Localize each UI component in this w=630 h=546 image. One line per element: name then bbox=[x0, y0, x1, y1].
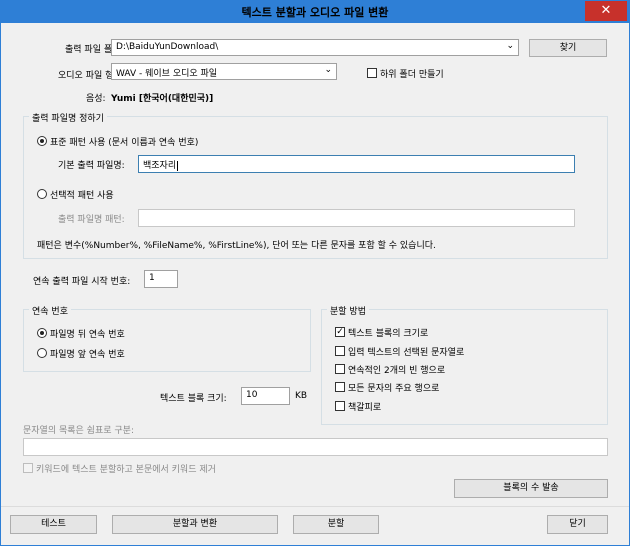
output-folder-value: D:\BaiduYunDownload\ bbox=[116, 42, 219, 52]
test-button[interactable]: 테스트 bbox=[10, 515, 97, 534]
naming-group-title: 출력 파일명 정하기 bbox=[29, 111, 107, 124]
split-by-blank-lines-checkbox[interactable] bbox=[335, 364, 345, 374]
close-button[interactable]: 닫기 bbox=[547, 515, 608, 534]
text-caret bbox=[177, 160, 179, 171]
pattern-hint: 패턴은 변수(%Number%, %FileName%, %FirstLine%… bbox=[37, 241, 436, 251]
split-by-block-checkbox[interactable]: ✓ bbox=[335, 327, 345, 337]
block-size-label: 텍스트 블록 크기: bbox=[160, 394, 227, 404]
output-folder-combo[interactable]: D:\BaiduYunDownload\ ⌄ bbox=[111, 39, 519, 56]
sequence-before-label: 파일명 앞 연속 번호 bbox=[50, 350, 125, 360]
footer-divider bbox=[1, 506, 629, 507]
close-window-button[interactable]: ✕ bbox=[585, 1, 627, 21]
start-number-input[interactable]: 1 bbox=[144, 270, 178, 288]
split-by-string-checkbox[interactable] bbox=[335, 346, 345, 356]
subfolder-checkbox[interactable] bbox=[367, 68, 377, 78]
standard-pattern-label: 표준 패턴 사용 (문서 이름과 연속 번호) bbox=[50, 138, 199, 148]
sequence-after-label: 파일명 뒤 연속 번호 bbox=[50, 330, 125, 340]
base-name-value: 백조자리 bbox=[143, 161, 177, 171]
keyword-label: 키워드에 텍스트 분할하고 본문에서 키워드 제거 bbox=[36, 465, 216, 475]
window-title: 텍스트 분할과 오디오 파일 변환 bbox=[241, 6, 389, 19]
split-method-title: 분할 방법 bbox=[327, 304, 369, 317]
audio-format-combo[interactable]: WAV - 웨이브 오디오 파일 ⌄ bbox=[111, 63, 337, 80]
string-list-input[interactable] bbox=[23, 438, 608, 456]
voice-value: Yumi [한국어(대한민국)] bbox=[111, 94, 214, 104]
split-by-string-label: 입력 텍스트의 선택된 문자열로 bbox=[348, 348, 465, 358]
block-size-unit: KB bbox=[295, 391, 308, 401]
start-number-label: 연속 출력 파일 시작 번호: bbox=[33, 277, 131, 287]
sequence-group bbox=[23, 309, 311, 372]
standard-pattern-radio[interactable] bbox=[37, 136, 47, 146]
sequence-group-title: 연속 번호 bbox=[29, 304, 71, 317]
audio-format-value: WAV - 웨이브 오디오 파일 bbox=[116, 69, 218, 79]
split-by-bookmark-checkbox[interactable] bbox=[335, 401, 345, 411]
keyword-checkbox[interactable] bbox=[23, 463, 33, 473]
base-name-input[interactable]: 백조자리 bbox=[138, 155, 575, 173]
browse-button[interactable]: 찾기 bbox=[529, 39, 607, 57]
sequence-before-radio[interactable] bbox=[37, 348, 47, 358]
split-convert-button[interactable]: 분할과 변환 bbox=[112, 515, 278, 534]
sequence-after-radio[interactable] bbox=[37, 328, 47, 338]
block-size-input[interactable]: 10 bbox=[241, 387, 290, 405]
base-name-label: 기본 출력 파일명: bbox=[58, 161, 125, 171]
split-by-main-lines-label: 모든 문자의 주요 행으로 bbox=[348, 384, 440, 394]
block-count-button[interactable]: 블록의 수 발송 bbox=[454, 479, 608, 498]
custom-pattern-label: 선택적 패턴 사용 bbox=[50, 191, 114, 201]
string-list-label: 문자열의 목록은 쉼표로 구분: bbox=[23, 426, 134, 436]
chevron-down-icon[interactable]: ⌄ bbox=[324, 65, 332, 75]
subfolder-label: 하위 폴더 만들기 bbox=[380, 70, 444, 80]
split-by-main-lines-checkbox[interactable] bbox=[335, 382, 345, 392]
pattern-input[interactable] bbox=[138, 209, 575, 227]
title-bar: 텍스트 분할과 오디오 파일 변환 ✕ bbox=[1, 1, 629, 23]
dialog-window: 텍스트 분할과 오디오 파일 변환 ✕ 출력 파일 폴더: D:\BaiduYu… bbox=[0, 0, 630, 546]
split-button[interactable]: 분할 bbox=[293, 515, 379, 534]
split-by-blank-lines-label: 연속적인 2개의 빈 행으로 bbox=[348, 366, 446, 376]
custom-pattern-radio[interactable] bbox=[37, 189, 47, 199]
pattern-label: 출력 파일명 패턴: bbox=[58, 215, 125, 225]
split-by-block-label: 텍스트 블록의 크기로 bbox=[348, 329, 429, 339]
chevron-down-icon[interactable]: ⌄ bbox=[506, 41, 514, 51]
voice-label: 음성: bbox=[86, 94, 106, 104]
split-by-bookmark-label: 책갈피로 bbox=[348, 403, 382, 413]
